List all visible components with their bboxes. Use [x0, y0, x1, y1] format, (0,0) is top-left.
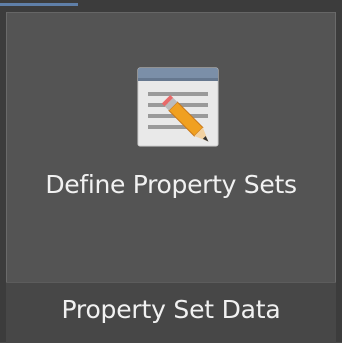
define-property-sets-button[interactable]: Define Property Sets [6, 12, 336, 282]
ribbon-top-strip [0, 0, 342, 12]
panel-title: Property Set Data [61, 295, 281, 324]
panel-title-bar: Property Set Data [6, 282, 336, 343]
panel-right-edge [336, 12, 342, 342]
define-property-sets-label: Define Property Sets [45, 170, 297, 199]
active-tab-indicator [0, 3, 78, 6]
ribbon-panel: Define Property Sets Property Set Data [6, 12, 336, 343]
document-pencil-icon [137, 67, 219, 147]
